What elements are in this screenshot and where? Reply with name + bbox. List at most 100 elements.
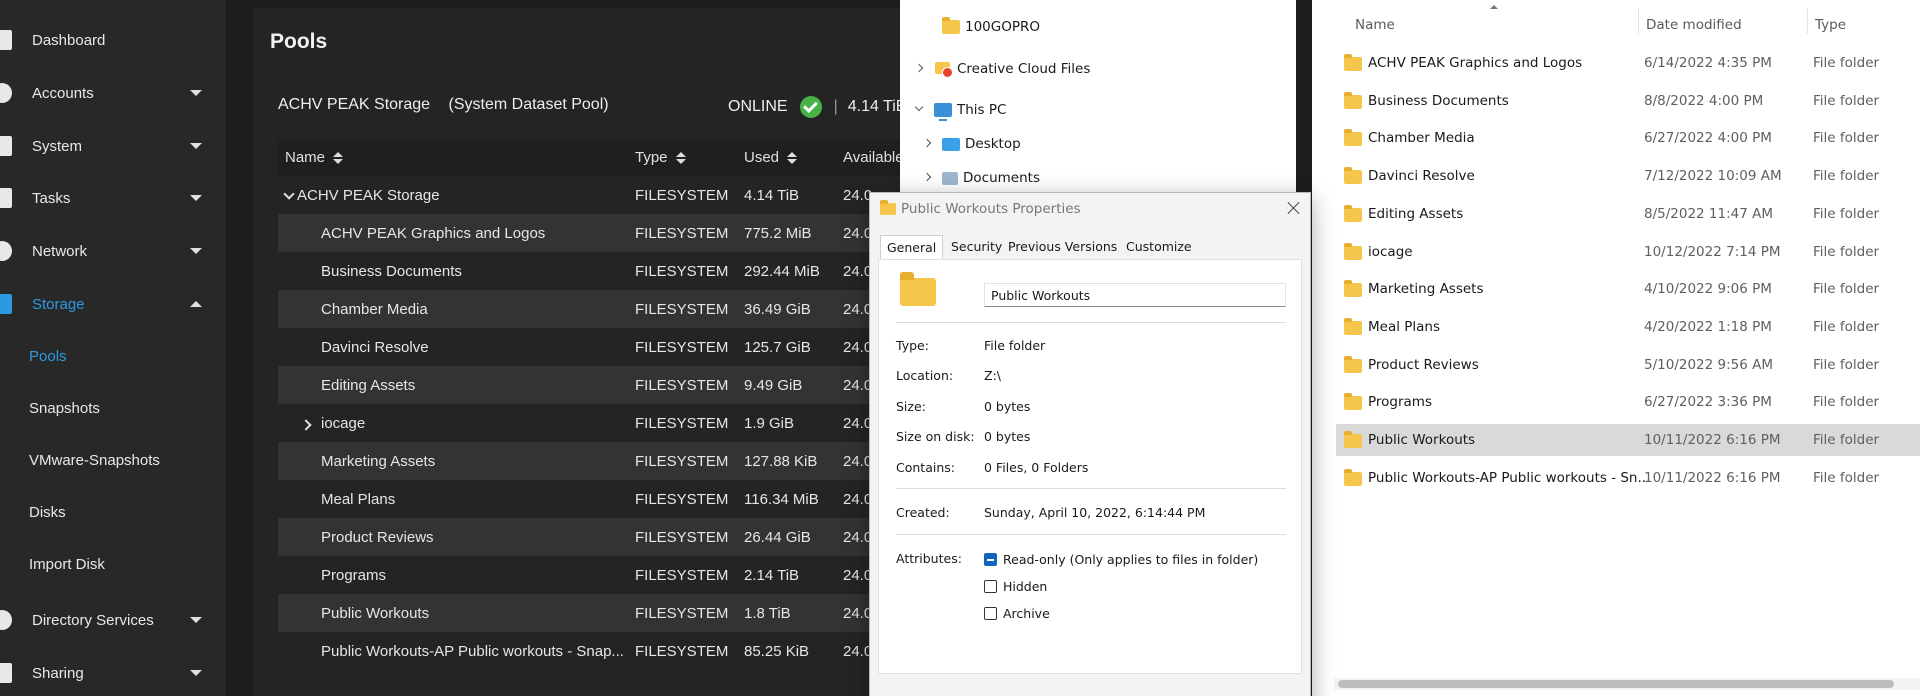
file-type: File folder [1813, 281, 1880, 298]
file-row[interactable]: Public Workouts 10/11/2022 6:16 PM File fo… [1336, 424, 1920, 456]
file-type: File folder [1813, 168, 1880, 185]
sort-icon [787, 152, 795, 164]
file-row[interactable]: Editing Assets 8/5/2022 11:47 AM File fold… [1336, 198, 1920, 230]
truenas-sidebar: Dashboard Accounts System Tasks Network … [0, 0, 226, 696]
horizontal-scrollbar[interactable] [1338, 680, 1894, 688]
tab-security[interactable]: Security [945, 235, 1008, 259]
pool-used-summary: 4.14 TiB [847, 98, 907, 115]
dataset-name: Chamber Media [321, 301, 428, 318]
tree-item-desktop[interactable]: Desktop [942, 136, 1021, 152]
nav-directory-services[interactable]: Directory Services [0, 600, 226, 640]
chevron-right-icon[interactable] [300, 419, 312, 431]
dataset-used: 85.25 KiB [744, 643, 810, 660]
file-type: File folder [1813, 130, 1880, 147]
dataset-name: Davinci Resolve [321, 339, 429, 356]
computer-icon [0, 136, 12, 156]
tab-customize[interactable]: Customize [1120, 235, 1198, 259]
file-row[interactable]: Product Reviews 5/10/2022 9:56 AM File fol… [1336, 349, 1920, 381]
checkbox-icon [984, 607, 997, 620]
file-row[interactable]: Business Documents 8/8/2022 4:00 PM File f… [1336, 85, 1920, 117]
nav-sub-snapshots[interactable]: Snapshots [29, 400, 100, 417]
dataset-name: Public Workouts [321, 605, 430, 622]
tree-item-documents[interactable]: Documents [942, 170, 1040, 186]
nav-tasks[interactable]: Tasks [0, 178, 226, 218]
file-name: Editing Assets [1368, 205, 1464, 222]
folder-icon [900, 272, 936, 306]
file-row[interactable]: Davinci Resolve 7/12/2022 10:09 AM File fo… [1336, 160, 1920, 192]
chevron-down-icon[interactable] [914, 102, 924, 112]
nav-sub-vmware-snapshots[interactable]: VMware-Snapshots [29, 452, 160, 469]
tree-item-100gopro[interactable]: 100GOPRO [942, 17, 1040, 35]
tab-previous-versions[interactable]: Previous Versions [1002, 235, 1123, 259]
folder-icon [942, 17, 960, 34]
col-used-header[interactable]: Used [744, 149, 795, 166]
file-row[interactable]: Chamber Media 6/27/2022 4:00 PM File folde… [1336, 122, 1920, 154]
dataset-type: FILESYSTEM [635, 377, 729, 394]
checkbox-icon [984, 580, 997, 593]
hidden-checkbox[interactable]: Hidden [984, 579, 1047, 594]
file-type: File folder [1813, 394, 1880, 411]
tree-item-creative-cloud[interactable]: Creative Cloud Files [934, 60, 1090, 78]
nav-network[interactable]: Network [0, 231, 226, 271]
indeterminate-checkbox-icon [984, 553, 997, 566]
dataset-available: 24.0 [843, 187, 873, 204]
file-date: 5/10/2022 9:56 AM [1644, 356, 1774, 373]
file-name: Meal Plans [1368, 318, 1441, 335]
folder-icon [1344, 91, 1362, 109]
col-available-header[interactable]: Available [843, 149, 904, 166]
folder-icon [1344, 355, 1362, 373]
dataset-available: 24.0 [843, 491, 873, 508]
nav-accounts[interactable]: Accounts [0, 73, 226, 113]
nav-system[interactable]: System [0, 126, 226, 166]
folder-name-input[interactable]: Public Workouts [984, 283, 1286, 307]
col-type-header[interactable]: Type [1815, 17, 1846, 33]
dataset-type: FILESYSTEM [635, 491, 729, 508]
nav-sub-pools[interactable]: Pools [29, 348, 67, 365]
file-name: Business Documents [1368, 92, 1509, 109]
col-name-header[interactable]: Name [285, 149, 341, 166]
dataset-name: Editing Assets [321, 377, 416, 394]
file-date: 10/11/2022 6:16 PM [1644, 432, 1781, 448]
chevron-down-icon[interactable] [283, 188, 295, 200]
file-row[interactable]: Meal Plans 4/20/2022 1:18 PM File folder [1336, 311, 1920, 343]
file-row[interactable]: Programs 6/27/2022 3:36 PM File folder [1336, 386, 1920, 418]
nav-sub-disks[interactable]: Disks [29, 504, 66, 521]
file-row[interactable]: iocage 10/12/2022 7:14 PM File folder [1336, 236, 1920, 268]
dataset-used: 127.88 KiB [744, 453, 818, 470]
directory-icon [0, 610, 12, 630]
file-row[interactable]: ACHV PEAK Graphics and Logos 6/14/2022 4:… [1336, 47, 1920, 79]
nav-storage[interactable]: Storage [0, 284, 226, 324]
column-divider[interactable] [1638, 8, 1639, 34]
file-date: 8/5/2022 11:47 AM [1644, 205, 1774, 222]
dataset-used: 1.9 GiB [744, 415, 795, 432]
dataset-type: FILESYSTEM [635, 339, 729, 356]
chevron-right-icon[interactable] [922, 138, 932, 148]
tab-general[interactable]: General [880, 235, 944, 259]
col-date-header[interactable]: Date modified [1646, 17, 1742, 33]
file-name: Programs [1368, 394, 1432, 411]
col-name-header[interactable]: Name [1355, 17, 1395, 33]
file-row[interactable]: Marketing Assets 4/10/2022 9:06 PM File fo… [1336, 273, 1920, 305]
close-icon[interactable] [1287, 201, 1301, 215]
file-row[interactable]: Public Workouts-AP Public workouts - Sn.… [1336, 462, 1920, 494]
dataset-type: FILESYSTEM [635, 263, 729, 280]
nav-sharing[interactable]: Sharing [0, 653, 226, 693]
nav-dashboard[interactable]: Dashboard [0, 20, 226, 60]
chevron-right-icon[interactable] [914, 63, 924, 73]
documents-icon [942, 171, 958, 185]
dashboard-icon [0, 30, 12, 50]
pool-name: ACHV PEAK Storage [278, 96, 431, 113]
column-divider[interactable] [1807, 8, 1808, 34]
nav-sub-import-disk[interactable]: Import Disk [29, 556, 105, 573]
readonly-checkbox[interactable]: Read-only (Only applies to files in fold… [984, 552, 1258, 567]
accounts-icon [0, 83, 12, 103]
chevron-right-icon[interactable] [922, 172, 932, 182]
tree-item-this-pc[interactable]: This PC [934, 102, 1006, 121]
location-label: Location: [896, 368, 954, 383]
dataset-used: 292.44 MiB [744, 263, 820, 280]
col-type-header[interactable]: Type [635, 149, 684, 166]
archive-checkbox[interactable]: Archive [984, 606, 1050, 621]
dataset-used: 26.44 GiB [744, 529, 811, 546]
contains-value: 0 Files, 0 Folders [984, 460, 1089, 475]
file-type: File folder [1813, 243, 1880, 260]
